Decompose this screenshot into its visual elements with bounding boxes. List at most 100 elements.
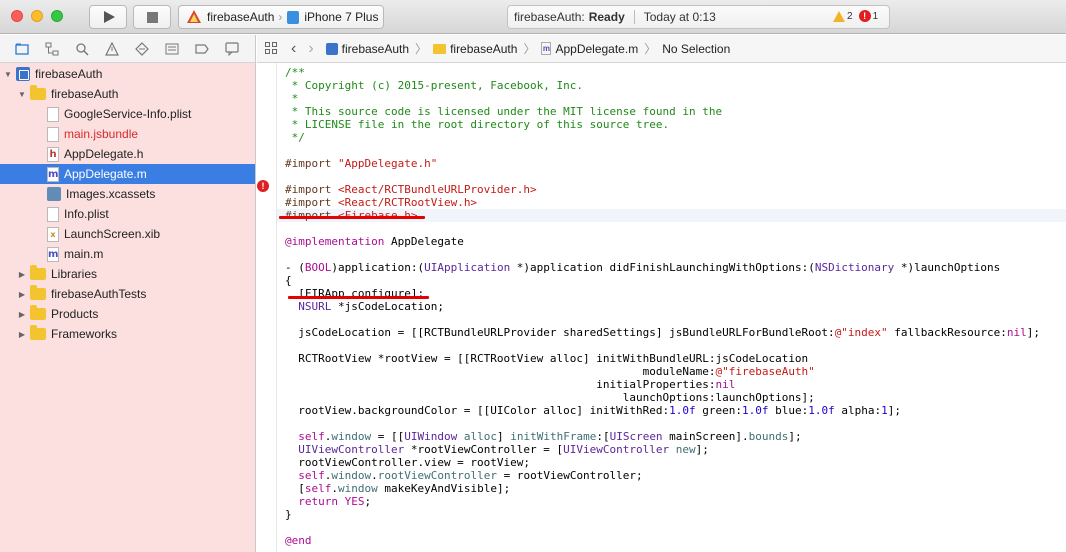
disclosure-triangle-icon[interactable]: ▶ — [17, 310, 27, 319]
code-token: blue: — [768, 404, 809, 417]
code-line[interactable]: } — [285, 508, 292, 521]
code-line[interactable]: UIViewController *rootViewController = [… — [285, 443, 709, 456]
code-token: :[ — [596, 430, 610, 443]
folder-icon — [30, 85, 46, 100]
code-token: @end — [285, 534, 312, 547]
code-line[interactable]: * — [285, 92, 299, 105]
code-line[interactable]: launchOptions:launchOptions]; — [285, 391, 815, 404]
disclosure-triangle-icon[interactable]: ▼ — [3, 70, 13, 79]
disclosure-triangle-icon[interactable]: ▶ — [17, 270, 27, 279]
error-marker-icon[interactable]: ! — [257, 180, 269, 192]
code-line[interactable]: [self.window makeKeyAndVisible]; — [285, 482, 510, 495]
stop-button[interactable] — [133, 5, 171, 29]
code-line[interactable]: self.window.rootViewController = rootVie… — [285, 469, 642, 482]
warning-icon[interactable] — [105, 42, 119, 56]
nav-row-label: Frameworks — [51, 327, 118, 341]
folder-icon[interactable] — [15, 42, 29, 56]
code-line[interactable]: */ — [285, 131, 305, 144]
code-token: bounds — [748, 430, 789, 443]
code-line[interactable]: * LICENSE file in the root directory of … — [285, 118, 670, 131]
code-token: moduleName: — [285, 365, 716, 378]
breadcrumb-file[interactable]: m AppDelegate.m 〉 — [541, 40, 662, 57]
nav-row-file[interactable]: h AppDelegate.h — [0, 144, 255, 164]
code-line[interactable]: /** — [285, 66, 305, 79]
code-token: rootView.backgroundColor = [[UIColor all… — [285, 404, 670, 417]
nav-row-file-missing[interactable]: main.jsbundle — [0, 124, 255, 144]
disclosure-triangle-icon[interactable]: ▶ — [17, 290, 27, 299]
nav-row-group[interactable]: ▶ Products — [0, 304, 255, 324]
code-token: NSDictionary — [814, 261, 895, 274]
nav-row-group-firebaseauth[interactable]: ▼ firebaseAuth — [0, 84, 255, 104]
code-line[interactable]: @implementation AppDelegate — [285, 235, 464, 248]
folder-icon — [30, 325, 46, 340]
code-line[interactable]: rootViewController.view = rootView; — [285, 456, 530, 469]
code-line[interactable]: #import "AppDelegate.h" — [285, 157, 437, 170]
back-arrow-icon[interactable]: ‹ — [291, 40, 296, 57]
forward-arrow-icon[interactable]: › — [308, 40, 313, 57]
close-window-button[interactable] — [11, 10, 23, 22]
related-items-icon[interactable] — [265, 41, 279, 56]
issue-counts[interactable]: 2 ! 1 — [833, 10, 878, 22]
hierarchy-icon[interactable] — [45, 42, 59, 56]
code-token: UIViewController — [298, 443, 405, 456]
minimize-window-button[interactable] — [31, 10, 43, 22]
search-icon[interactable] — [75, 42, 89, 56]
run-button[interactable] — [89, 5, 127, 29]
code-token: rootViewController.view = rootView; — [285, 456, 531, 469]
code-line[interactable]: * Copyright (c) 2015-present, Facebook, … — [285, 79, 583, 92]
code-token: YES — [344, 495, 365, 508]
source-editor[interactable]: /** * Copyright (c) 2015-present, Facebo… — [276, 63, 1066, 552]
code-token: self — [304, 482, 332, 495]
code-line[interactable]: NSURL *jsCodeLocation; — [285, 300, 444, 313]
code-line[interactable]: #import <React/RCTRootView.h> — [285, 196, 477, 209]
zoom-window-button[interactable] — [51, 10, 63, 22]
nav-row-group[interactable]: ▶ firebaseAuthTests — [0, 284, 255, 304]
scheme-selector[interactable]: firebaseAuth › iPhone 7 Plus — [178, 5, 384, 29]
code-line[interactable]: RCTRootView *rootView = [[RCTRootView al… — [285, 352, 808, 365]
nav-row-project[interactable]: ▼ firebaseAuth — [0, 64, 255, 84]
test-icon[interactable] — [135, 42, 149, 56]
code-token: * This source code is licensed under the… — [285, 105, 723, 118]
code-line[interactable]: jsCodeLocation = [[RCTBundleURLProvider … — [285, 326, 1040, 339]
code-line[interactable]: #import <React/RCTBundleURLProvider.h> — [285, 183, 537, 196]
implementation-file-icon: m — [47, 166, 59, 182]
code-line[interactable]: - (BOOL)application:(UIApplication *)app… — [285, 261, 1000, 274]
code-token: UIViewController — [563, 443, 670, 456]
nav-row-group[interactable]: ▶ Frameworks — [0, 324, 255, 344]
code-line[interactable]: moduleName:@"firebaseAuth" — [285, 365, 815, 378]
breadcrumb-project[interactable]: firebaseAuth 〉 — [325, 40, 433, 57]
breadcrumb-folder[interactable]: firebaseAuth 〉 — [433, 40, 541, 57]
editor-gutter[interactable] — [257, 63, 276, 552]
code-token: UIWindow — [404, 430, 458, 443]
nav-row-group[interactable]: ▶ Libraries — [0, 264, 255, 284]
breakpoint-icon[interactable] — [195, 42, 209, 56]
code-token: @"index" — [834, 326, 888, 339]
nav-row-file[interactable]: x LaunchScreen.xib — [0, 224, 255, 244]
code-line[interactable]: rootView.backgroundColor = [[UIColor all… — [285, 404, 901, 417]
code-token: ] — [496, 430, 511, 443]
nav-row-file-selected[interactable]: m AppDelegate.m — [0, 164, 255, 184]
nav-row-file[interactable]: Info.plist — [0, 204, 255, 224]
code-line[interactable]: @end — [285, 534, 312, 547]
breadcrumb-symbol[interactable]: No Selection — [662, 42, 730, 56]
disclosure-triangle-icon[interactable]: ▼ — [17, 90, 27, 99]
code-line[interactable]: * This source code is licensed under the… — [285, 105, 722, 118]
xib-file-icon: x — [47, 226, 59, 242]
nav-row-file[interactable]: Images.xcassets — [0, 184, 255, 204]
code-token: makeKeyAndVisible]; — [377, 482, 511, 495]
nav-row-file[interactable]: GoogleService-Info.plist — [0, 104, 255, 124]
code-token: NSURL — [298, 300, 332, 313]
nav-row-file[interactable]: m main.m — [0, 244, 255, 264]
code-line[interactable]: self.window = [[UIWindow alloc] initWith… — [285, 430, 801, 443]
code-line[interactable]: initialProperties:nil — [285, 378, 735, 391]
debug-icon[interactable] — [165, 42, 179, 56]
code-line[interactable]: return YES; — [285, 495, 371, 508]
code-line[interactable]: { — [285, 274, 292, 287]
breadcrumb-label: No Selection — [662, 41, 731, 56]
chevron-right-icon: 〉 — [415, 42, 428, 56]
report-icon[interactable] — [225, 42, 239, 56]
project-icon — [16, 67, 30, 81]
disclosure-triangle-icon[interactable]: ▶ — [17, 330, 27, 339]
